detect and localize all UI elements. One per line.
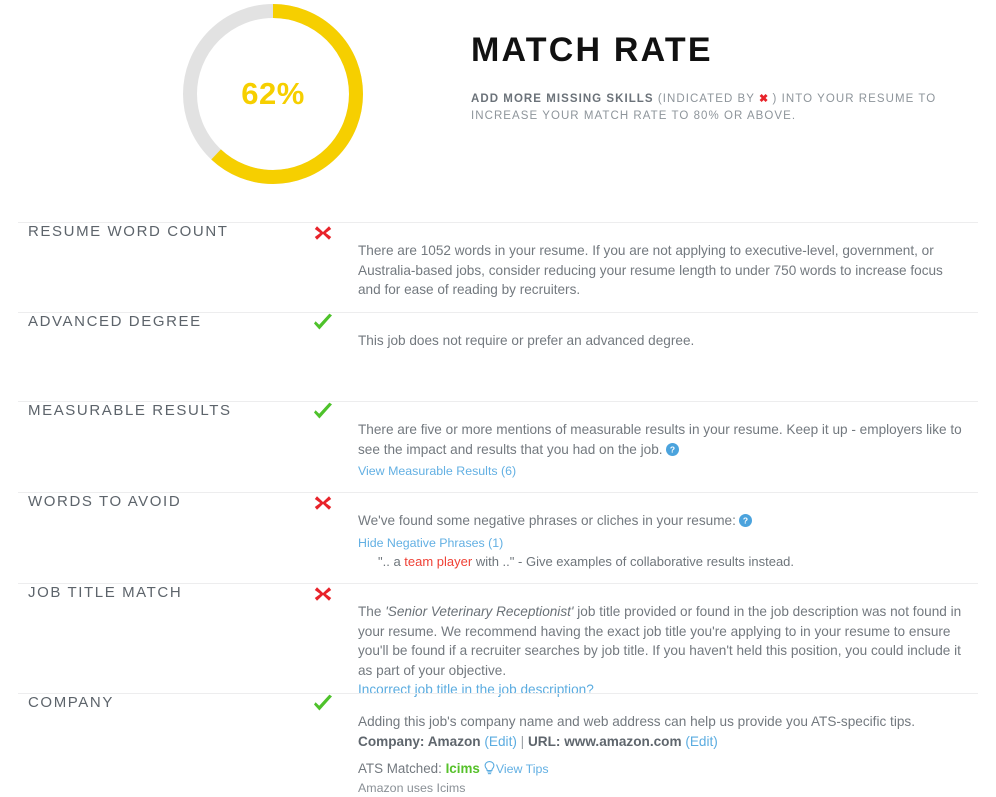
row-status-advanced-degree (288, 313, 358, 333)
row-label-job-title-match: JOB TITLE MATCH (28, 584, 183, 601)
pass-check-icon (314, 313, 332, 330)
company-edit-link[interactable]: (Edit) (484, 734, 516, 749)
match-rate-percent: 62% (241, 76, 305, 111)
row-body-measurable-results: There are five or more mentions of measu… (358, 402, 978, 481)
pass-check-icon (314, 694, 332, 711)
row-body-resume-word-count: There are 1052 words in your resume. If … (358, 223, 978, 300)
hide-negative-phrases-link[interactable]: Hide Negative Phrases (1) (358, 534, 503, 552)
help-icon[interactable]: ? (738, 513, 752, 533)
table-row-words-to-avoid: WORDS TO AVOID We've found some negative… (18, 492, 978, 583)
subtitle-text-part1: (INDICATED BY (657, 93, 755, 105)
job-title-value: 'Senior Veterinary Receptionist' (385, 604, 574, 619)
view-tips-link[interactable]: View Tips (496, 760, 549, 778)
row-status-measurable-results (288, 402, 358, 422)
match-rate-subtitle: ADD MORE MISSING SKILLS (INDICATED BY ✖ … (471, 91, 971, 125)
row-label-advanced-degree: ADVANCED DEGREE (28, 313, 202, 330)
row-text-company: Adding this job's company name and web a… (358, 714, 915, 729)
row-text-measurable-results-value: There are five or more mentions of measu… (358, 422, 962, 457)
url-edit-link[interactable]: (Edit) (685, 734, 717, 749)
company-details-line: Company: Amazon (Edit) | URL: www.amazon… (358, 732, 964, 752)
row-status-job-title-match (288, 584, 358, 604)
table-row-advanced-degree: ADVANCED DEGREE This job does not requir… (18, 312, 978, 401)
fail-x-icon (314, 226, 332, 240)
negative-phrase-highlight: team player (404, 554, 473, 569)
fail-x-icon (314, 496, 332, 510)
negative-phrase-item: ".. a team player with .." - Give exampl… (358, 553, 964, 571)
ats-matched-line: ATS Matched: Icims View Tips (358, 760, 964, 780)
row-label-company: COMPANY (28, 694, 114, 711)
job-title-text-pre: The (358, 604, 386, 619)
table-row-resume-word-count: RESUME WORD COUNT There are 1052 words i… (18, 222, 978, 312)
row-body-job-title-match: The 'Senior Veterinary Receptionist' job… (358, 584, 978, 700)
table-row-measurable-results: MEASURABLE RESULTS There are five or mor… (18, 401, 978, 492)
company-url-separator: | (520, 733, 525, 749)
page-title: MATCH RATE (471, 31, 713, 69)
match-rate-header: 62% MATCH RATE ADD MORE MISSING SKILLS (… (0, 0, 996, 222)
row-text-job-title-match: The 'Senior Veterinary Receptionist' job… (358, 602, 964, 680)
company-url-label: URL: www.amazon.com (527, 733, 682, 749)
pass-check-icon (314, 402, 332, 419)
negative-phrase-pre: ".. a (378, 554, 405, 569)
row-body-company: Adding this job's company name and web a… (358, 694, 978, 797)
row-text-words-to-avoid-value: We've found some negative phrases or cli… (358, 513, 736, 528)
table-row-company: COMPANY Adding this job's company name a… (18, 693, 978, 795)
row-text-advanced-degree: This job does not require or prefer an a… (358, 333, 695, 348)
row-label-measurable-results: MEASURABLE RESULTS (28, 402, 232, 419)
company-name-label: Company: Amazon (358, 733, 481, 749)
svg-text:?: ? (743, 516, 748, 526)
row-label-words-to-avoid: WORDS TO AVOID (28, 493, 182, 510)
table-row-job-title-match: JOB TITLE MATCH The 'Senior Veterinary R… (18, 583, 978, 697)
row-label-resume-word-count: RESUME WORD COUNT (28, 223, 229, 240)
match-rate-donut: 62% (183, 4, 363, 184)
svg-text:?: ? (669, 444, 674, 454)
negative-phrase-post: with .." - Give examples of collaborativ… (472, 554, 795, 569)
row-text-words-to-avoid: We've found some negative phrases or cli… (358, 511, 964, 533)
lightbulb-icon (484, 761, 495, 780)
fail-x-icon (314, 587, 332, 601)
ats-note: Amazon uses Icims (358, 781, 466, 795)
row-body-advanced-degree: This job does not require or prefer an a… (358, 313, 978, 351)
missing-skill-x-icon: ✖ (759, 93, 769, 105)
row-text-measurable-results: There are five or more mentions of measu… (358, 420, 964, 461)
subtitle-strong-text: ADD MORE MISSING SKILLS (471, 93, 654, 105)
help-icon[interactable]: ? (665, 442, 679, 462)
row-status-company (288, 694, 358, 714)
row-status-words-to-avoid (288, 493, 358, 513)
view-measurable-results-link[interactable]: View Measurable Results (6) (358, 462, 516, 480)
row-body-words-to-avoid: We've found some negative phrases or cli… (358, 493, 978, 571)
row-text-resume-word-count: There are 1052 words in your resume. If … (358, 243, 943, 297)
scan-results-list: RESUME WORD COUNT There are 1052 words i… (0, 222, 996, 795)
ats-matched-label: ATS Matched: (358, 761, 446, 776)
match-rate-heading-block: MATCH RATE ADD MORE MISSING SKILLS (INDI… (471, 28, 971, 125)
row-status-resume-word-count (288, 223, 358, 243)
ats-matched-value: Icims (445, 761, 480, 776)
